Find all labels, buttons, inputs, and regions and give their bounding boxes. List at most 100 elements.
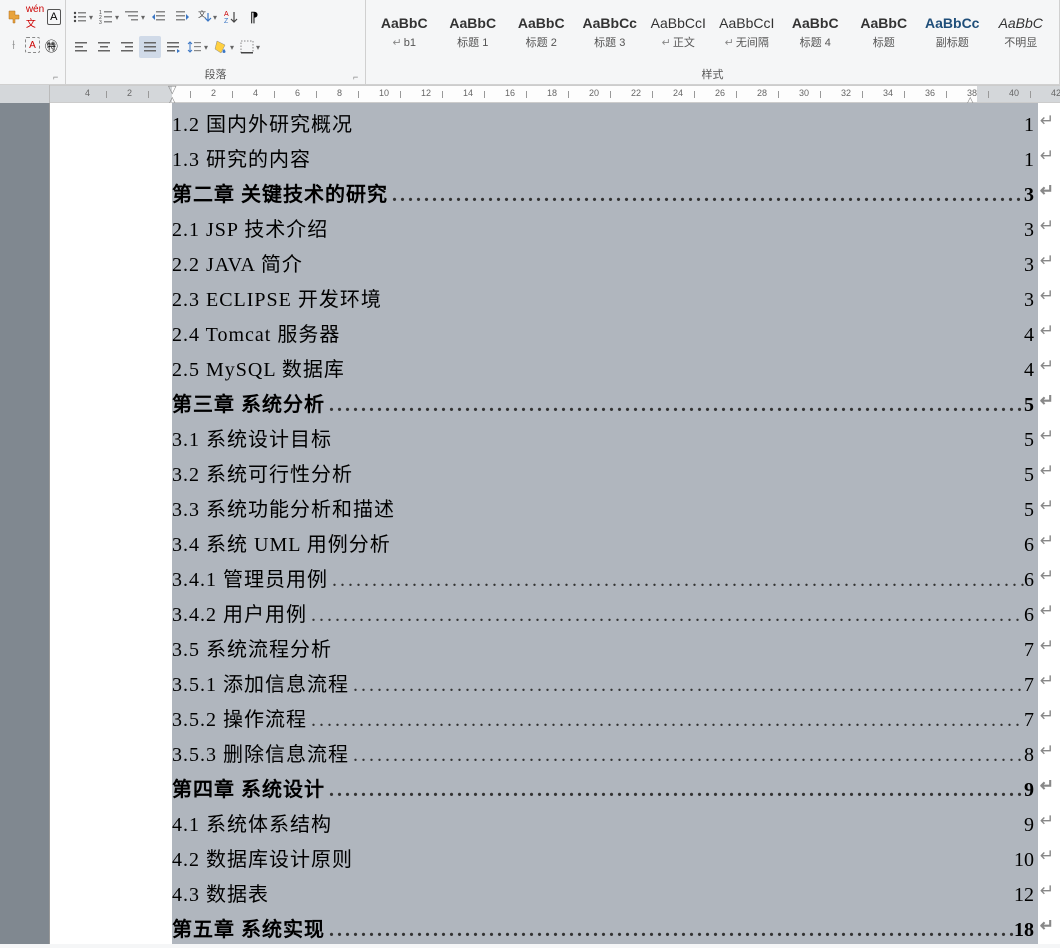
toc-entry-text: 4.3 数据表 — [172, 878, 269, 907]
toc-section-line[interactable]: 3.5.1 添加信息流程............................… — [172, 668, 1038, 703]
align-center-button[interactable] — [93, 36, 115, 58]
toc-page-number: 8 — [1024, 744, 1038, 767]
strike-icon[interactable]: ⟊ — [4, 34, 23, 56]
toc-section-line[interactable]: 3.4 系统 UML 用例分析6↵ — [172, 528, 1038, 563]
char-border-icon[interactable]: A — [47, 9, 61, 25]
circled-char-icon[interactable]: ㊕ — [42, 34, 61, 56]
toc-section-line[interactable]: 2.2 JAVA 简介3↵ — [172, 248, 1038, 283]
ruler-tick: 8 — [337, 88, 342, 98]
toc-section-line[interactable]: 4.1 系统体系结构9↵ — [172, 808, 1038, 843]
paragraph-group-expand-icon[interactable]: ⌐ — [353, 72, 363, 82]
toc-section-line[interactable]: 3.4.1 管理员用例.............................… — [172, 563, 1038, 598]
sort-button[interactable]: AZ — [220, 6, 242, 28]
toc-section-line[interactable]: 3.2 系统可行性分析5↵ — [172, 458, 1038, 493]
style-option[interactable]: AaBbC↵b1 — [370, 4, 439, 59]
style-option[interactable]: AaBbC标题 1 — [439, 4, 508, 59]
increase-indent-button[interactable] — [171, 6, 193, 28]
style-sample-text: AaBbC — [860, 13, 907, 33]
toc-section-line[interactable]: 3.5 系统流程分析7↵ — [172, 633, 1038, 668]
numbering-button[interactable]: 123▾ — [96, 6, 121, 28]
toc-section-line[interactable]: 3.5.3 删除信息流程............................… — [172, 738, 1038, 773]
line-spacing-button[interactable]: ▾ — [185, 36, 210, 58]
ribbon-toolbar: wén文 A ⟊ A ㊕ ⌐ ▾ 123▾ ▾ 文▾ AZ ⁋ — [0, 0, 1060, 85]
multilevel-list-button[interactable]: ▾ — [122, 6, 147, 28]
paragraph-mark-icon: ↵ — [1040, 916, 1054, 936]
svg-text:3: 3 — [99, 20, 102, 25]
style-option[interactable]: AaBbC标题 2 — [507, 4, 576, 59]
toc-entry-text: 3.2 系统可行性分析 — [172, 458, 353, 487]
toc-section-line[interactable]: 3.4.2 用户用例..............................… — [172, 598, 1038, 633]
paragraph-group-label: 段落 — [66, 66, 365, 82]
style-sample-text: AaBbC — [518, 13, 565, 33]
toc-chapter-line[interactable]: 第三章 系统分析................................… — [172, 388, 1038, 423]
toc-section-line[interactable]: 4.2 数据库设计原则10↵ — [172, 843, 1038, 878]
style-name-label: 标题 1 — [457, 33, 488, 51]
style-sample-text: AaBbCcI — [651, 13, 706, 33]
style-name-label: 副标题 — [936, 33, 969, 51]
toc-chapter-line[interactable]: 第二章 关键技术的研究.............................… — [172, 178, 1038, 213]
toc-section-line[interactable]: 3.3 系统功能分析和描述5↵ — [172, 493, 1038, 528]
toc-section-line[interactable]: 3.5.2 操作流程..............................… — [172, 703, 1038, 738]
svg-text:文: 文 — [198, 9, 206, 19]
style-option[interactable]: AaBbCc副标题 — [918, 4, 987, 59]
paragraph-mark-icon: ↵ — [1040, 811, 1054, 831]
paragraph-mark-icon: ↵ — [1040, 461, 1054, 481]
toc-section-line[interactable]: 2.5 MySQL 数据库4↵ — [172, 353, 1038, 388]
horizontal-ruler[interactable]: 4224681012141618202224262830323436384042… — [0, 85, 1060, 103]
style-option[interactable]: AaBbC标题 — [850, 4, 919, 59]
toc-section-line[interactable]: 2.1 JSP 技术介绍3↵ — [172, 213, 1038, 248]
text-direction-button[interactable]: 文▾ — [194, 6, 219, 28]
toc-chapter-line[interactable]: 第五章 系统实现................................… — [172, 913, 1038, 948]
align-right-button[interactable] — [116, 36, 138, 58]
style-option[interactable]: AaBbCcI↵无间隔 — [713, 4, 782, 59]
ruler-tick: 2 — [211, 88, 216, 98]
toc-entry-text: 3.4.2 用户用例 — [172, 598, 307, 627]
style-option[interactable]: AaBbC标题 4 — [781, 4, 850, 59]
paragraph-mark-icon: ↵ — [1040, 741, 1054, 761]
toc-chapter-line[interactable]: 第四章 系统设计................................… — [172, 773, 1038, 808]
toc-entry-text: 2.4 Tomcat 服务器 — [172, 318, 340, 347]
document-page[interactable]: 1.2 国内外研究概况1↵1.3 研究的内容1↵第二章 关键技术的研究.....… — [50, 103, 1060, 944]
toc-leader-dots: ........................................… — [307, 604, 1024, 627]
toc-entry-text: 4.1 系统体系结构 — [172, 808, 332, 837]
toc-entry-text: 2.1 JSP 技术介绍 — [172, 213, 328, 242]
ruler-tick: 20 — [589, 88, 599, 98]
enclose-char-icon[interactable]: A — [25, 37, 39, 53]
document-editor[interactable]: 1.2 国内外研究概况1↵1.3 研究的内容1↵第二章 关键技术的研究.....… — [0, 103, 1060, 944]
toc-section-line[interactable]: 1.2 国内外研究概况1↵ — [172, 108, 1038, 143]
toc-entry-text: 2.3 ECLIPSE 开发环境 — [172, 283, 382, 312]
toc-entry-text: 3.4 系统 UML 用例分析 — [172, 528, 391, 557]
bullets-button[interactable]: ▾ — [70, 6, 95, 28]
shading-button[interactable]: ▾ — [211, 36, 236, 58]
char-group-expand-icon[interactable]: ⌐ — [53, 72, 63, 82]
toc-entry-text: 1.2 国内外研究概况 — [172, 108, 353, 137]
toc-section-line[interactable]: 2.4 Tomcat 服务器4↵ — [172, 318, 1038, 353]
align-left-button[interactable] — [70, 36, 92, 58]
ruler-tick: 40 — [1009, 88, 1019, 98]
align-justify-button[interactable] — [139, 36, 161, 58]
style-option[interactable]: AaBbCcI↵正文 — [644, 4, 713, 59]
borders-button[interactable]: ▾ — [237, 36, 262, 58]
toc-section-line[interactable]: 3.1 系统设计目标5↵ — [172, 423, 1038, 458]
decrease-indent-button[interactable] — [148, 6, 170, 28]
first-line-indent-marker[interactable]: ▽ — [168, 83, 178, 93]
style-name-label: ↵b1 — [393, 33, 416, 51]
style-name-label: 标题 3 — [594, 33, 625, 51]
toc-section-line[interactable]: 1.3 研究的内容1↵ — [172, 143, 1038, 178]
style-option[interactable]: AaBbC不明显 — [987, 4, 1056, 59]
style-sample-text: AaBbCcI — [719, 13, 774, 33]
toc-section-line[interactable]: 2.3 ECLIPSE 开发环境3↵ — [172, 283, 1038, 318]
toc-section-line[interactable]: 4.3 数据表12↵ — [172, 878, 1038, 913]
toc-entry-text: 2.2 JAVA 简介 — [172, 248, 303, 277]
style-option[interactable]: AaBbCc标题 3 — [576, 4, 645, 59]
paragraph-mark-icon: ↵ — [1040, 111, 1054, 131]
toc-entry-text: 第二章 关键技术的研究 — [172, 178, 388, 207]
align-distribute-button[interactable] — [162, 36, 184, 58]
toc-page-number: 9 — [1024, 779, 1038, 802]
style-sample-text: AaBbC — [999, 13, 1043, 33]
format-painter-icon[interactable] — [4, 6, 23, 28]
show-marks-button[interactable]: ⁋ — [243, 6, 265, 28]
toc-entry-text: 2.5 MySQL 数据库 — [172, 353, 345, 382]
paragraph-mark-icon: ↵ — [1040, 426, 1054, 446]
phonetic-guide-icon[interactable]: wén文 — [25, 6, 44, 28]
